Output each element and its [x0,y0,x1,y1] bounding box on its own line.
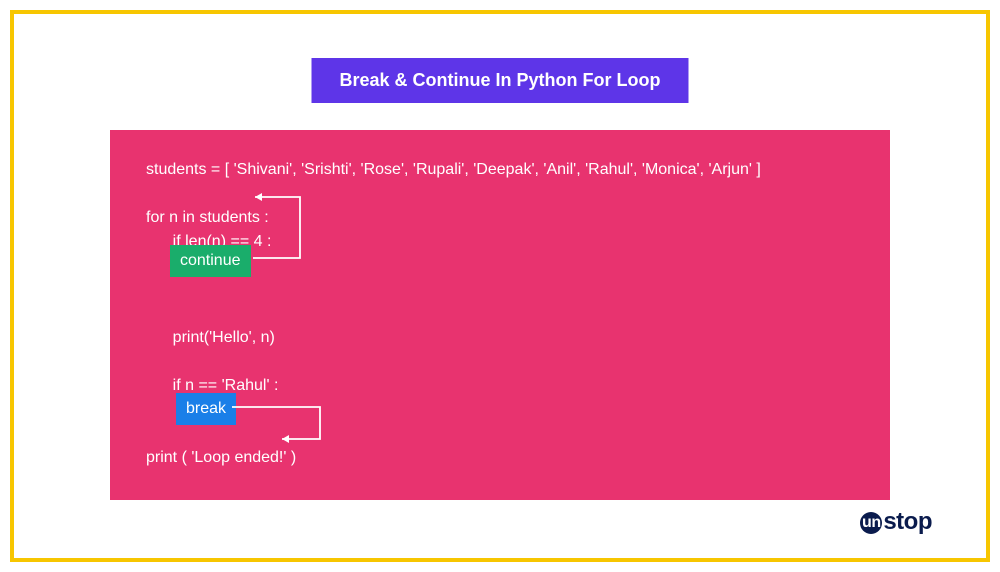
code-spacer [146,278,854,302]
logo-suffix: stop [883,508,932,535]
code-block: students = [ 'Shivani', 'Srishti', 'Rose… [110,130,890,500]
logo-prefix: un [860,512,882,534]
code-line-if-rahul: if n == 'Rahul' : [146,374,854,398]
code-spacer [146,422,854,446]
code-spacer [146,350,854,374]
diagram-title: Break & Continue In Python For Loop [312,58,689,103]
code-line-iflen: if len(n) == 4 : [146,230,854,254]
break-tag: break [176,393,236,425]
code-spacer [146,254,854,278]
continue-tag: continue [170,245,251,277]
code-spacer [146,302,854,326]
brand-logo: unstop [860,508,932,536]
code-line-students: students = [ 'Shivani', 'Srishti', 'Rose… [146,158,854,182]
code-spacer [146,182,854,206]
code-line-for: for n in students : [146,206,854,230]
code-spacer [146,398,854,422]
outer-frame: Break & Continue In Python For Loop stud… [10,10,990,562]
code-line-print-hello: print('Hello', n) [146,326,854,350]
code-line-print-end: print ( 'Loop ended!' ) [146,446,854,470]
